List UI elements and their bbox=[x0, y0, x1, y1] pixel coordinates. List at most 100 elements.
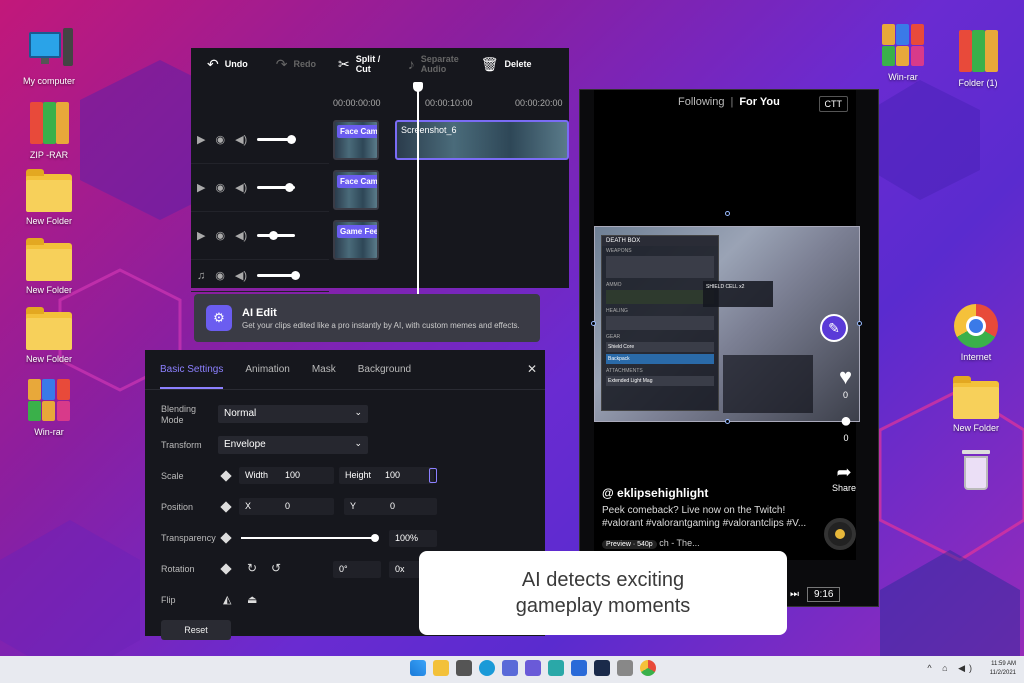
desktop-icon-new-folder-2[interactable]: New Folder bbox=[14, 238, 84, 295]
desktop-icon-folder-1[interactable]: Folder (1) bbox=[943, 28, 1013, 88]
split-cut-button[interactable]: ✂ Split / Cut bbox=[326, 54, 398, 74]
clip-game-feed[interactable]: Game Feed bbox=[333, 220, 379, 260]
settings-icon[interactable] bbox=[617, 660, 633, 676]
blending-mode-dropdown[interactable]: Normal ⌄ bbox=[218, 405, 368, 423]
redo-button[interactable]: ↷ Redo bbox=[258, 56, 326, 73]
music-disc-icon[interactable] bbox=[824, 518, 856, 550]
share-button[interactable]: ➦ Share bbox=[832, 462, 856, 493]
eye-icon[interactable]: ◉ bbox=[215, 133, 225, 146]
like-button[interactable]: ♥ 0 bbox=[839, 364, 852, 400]
rotation-field[interactable]: 0° bbox=[333, 561, 381, 578]
desktop-icon-new-folder-1[interactable]: New Folder bbox=[14, 169, 84, 226]
lock-ratio-icon[interactable] bbox=[429, 468, 437, 483]
start-icon[interactable] bbox=[410, 660, 426, 676]
x-field[interactable]: X 0 bbox=[239, 498, 334, 515]
resize-handle[interactable] bbox=[725, 211, 730, 216]
volume-icon[interactable]: ◀) bbox=[235, 269, 247, 282]
timeline[interactable]: 00:00:00:00 00:00:10:00 00:00:20:00 Face… bbox=[331, 82, 569, 296]
flip-vertical-icon[interactable]: ⏏ bbox=[247, 593, 257, 606]
height-field[interactable]: Height 100 bbox=[339, 467, 434, 484]
desktop-icon-label: New Folder bbox=[952, 423, 999, 433]
delete-button[interactable]: 🗑 Delete bbox=[471, 56, 542, 73]
resize-handle[interactable] bbox=[725, 419, 730, 424]
resize-handle[interactable] bbox=[857, 321, 862, 326]
tab-for-you[interactable]: For You bbox=[739, 96, 780, 108]
clip-screenshot-6[interactable]: Screenshot_6 bbox=[395, 120, 569, 160]
clip-face-cam[interactable]: Face Cam bbox=[333, 120, 379, 160]
aspect-ratio-button[interactable]: 9:16 bbox=[807, 587, 841, 602]
desktop-icon-new-folder-right[interactable]: New Folder bbox=[941, 376, 1011, 433]
desktop-icon-win-rar[interactable]: Win-rar bbox=[14, 377, 84, 437]
volume-icon[interactable]: ◀) bbox=[235, 181, 247, 194]
reset-button[interactable]: Reset bbox=[161, 620, 231, 640]
active-app-icon[interactable] bbox=[594, 660, 610, 676]
widgets-icon[interactable] bbox=[502, 660, 518, 676]
desktop-icon-win-rar-right[interactable]: Win-rar bbox=[868, 22, 938, 82]
tab-animation[interactable]: Animation bbox=[245, 364, 289, 389]
transparency-field[interactable]: 100% bbox=[389, 530, 437, 547]
clip-label: Game Feed bbox=[337, 225, 377, 238]
next-icon[interactable]: ⏭ bbox=[790, 589, 799, 600]
undo-button[interactable]: ↶ Undo bbox=[191, 56, 258, 73]
separate-audio-button[interactable]: ♪ Separate Audio bbox=[398, 54, 471, 74]
x-label: X bbox=[245, 501, 252, 511]
volume-slider[interactable] bbox=[256, 271, 300, 280]
width-field[interactable]: Width 100 bbox=[239, 467, 334, 484]
eye-icon[interactable]: ◉ bbox=[215, 269, 225, 282]
ctt-button[interactable]: CTT bbox=[818, 96, 848, 112]
keyframe-diamond-icon[interactable] bbox=[220, 532, 232, 544]
desktop-icon-zip-rar[interactable]: ZIP -RAR bbox=[14, 100, 84, 160]
eye-icon[interactable]: ◉ bbox=[215, 181, 225, 194]
resize-handle[interactable] bbox=[591, 321, 596, 326]
store-icon[interactable] bbox=[571, 660, 587, 676]
keyframe-diamond-icon[interactable] bbox=[220, 563, 232, 575]
edge-icon[interactable] bbox=[479, 660, 495, 676]
ai-edit-button[interactable]: ⚙ AI Edit Get your clips edited like a p… bbox=[194, 294, 540, 342]
transform-dropdown[interactable]: Envelope ⌄ bbox=[218, 436, 368, 454]
tab-basic-settings[interactable]: Basic Settings bbox=[160, 364, 224, 389]
chrome-icon[interactable] bbox=[640, 660, 656, 676]
tab-background[interactable]: Background bbox=[358, 364, 411, 389]
desktop-icon-label: New Folder bbox=[25, 216, 72, 226]
transparency-slider[interactable] bbox=[241, 534, 379, 542]
teams-icon[interactable] bbox=[525, 660, 541, 676]
camera-icon[interactable] bbox=[456, 660, 472, 676]
volume-slider[interactable] bbox=[257, 231, 296, 240]
y-field[interactable]: Y 0 bbox=[344, 498, 437, 515]
desktop-icon-my-computer[interactable]: My computer bbox=[14, 28, 84, 86]
maps-icon[interactable] bbox=[548, 660, 564, 676]
playhead[interactable] bbox=[413, 82, 423, 296]
clock[interactable]: 11:59 AM 11/2/2021 bbox=[990, 660, 1016, 678]
tab-following[interactable]: Following bbox=[678, 96, 724, 108]
rotate-left-icon[interactable]: ↺ bbox=[271, 561, 281, 575]
post-caption: Peek comeback? Live now on the Twitch! #… bbox=[602, 505, 807, 529]
music-title: ch - The... bbox=[659, 538, 700, 548]
track-row-video-1: ▶ ◉ ◀) bbox=[191, 116, 329, 164]
keyframe-diamond-icon[interactable] bbox=[220, 470, 232, 482]
volume-icon[interactable]: ◀) bbox=[235, 133, 247, 146]
close-icon[interactable]: ✕ bbox=[527, 362, 537, 376]
desktop-icon-new-folder-3[interactable]: New Folder bbox=[14, 307, 84, 364]
clock-time: 11:59 AM bbox=[991, 661, 1016, 667]
flip-horizontal-icon[interactable]: ◭ bbox=[223, 593, 231, 606]
eye-icon[interactable]: ◉ bbox=[215, 229, 225, 242]
redo-icon: ↷ bbox=[275, 55, 288, 72]
file-explorer-icon[interactable] bbox=[433, 660, 449, 676]
comment-button[interactable]: ● 0 bbox=[840, 410, 852, 443]
keyframe-diamond-icon[interactable] bbox=[220, 501, 232, 513]
system-tray-icons[interactable]: ^ ⌂ ◀) bbox=[927, 663, 976, 674]
clip-face-cam-1[interactable]: Face Cam 1 bbox=[333, 170, 379, 210]
tab-mask[interactable]: Mask bbox=[312, 364, 336, 389]
volume-icon[interactable]: ◀) bbox=[235, 229, 247, 242]
gear-label: GEAR bbox=[606, 334, 621, 340]
post-username[interactable]: @ eklipsehighlight bbox=[602, 486, 708, 500]
volume-slider[interactable] bbox=[257, 183, 296, 192]
desktop-icon-internet[interactable]: Internet bbox=[941, 304, 1011, 362]
desktop-icon-label: Folder (1) bbox=[958, 78, 998, 88]
position-label: Position bbox=[161, 502, 194, 512]
volume-slider[interactable] bbox=[257, 135, 297, 144]
desktop-icon-recycle-bin[interactable] bbox=[941, 448, 1011, 496]
undo-icon: ↶ bbox=[207, 55, 219, 72]
creator-avatar[interactable]: ✎ bbox=[820, 314, 848, 342]
rotate-right-icon[interactable]: ↻ bbox=[247, 561, 257, 575]
